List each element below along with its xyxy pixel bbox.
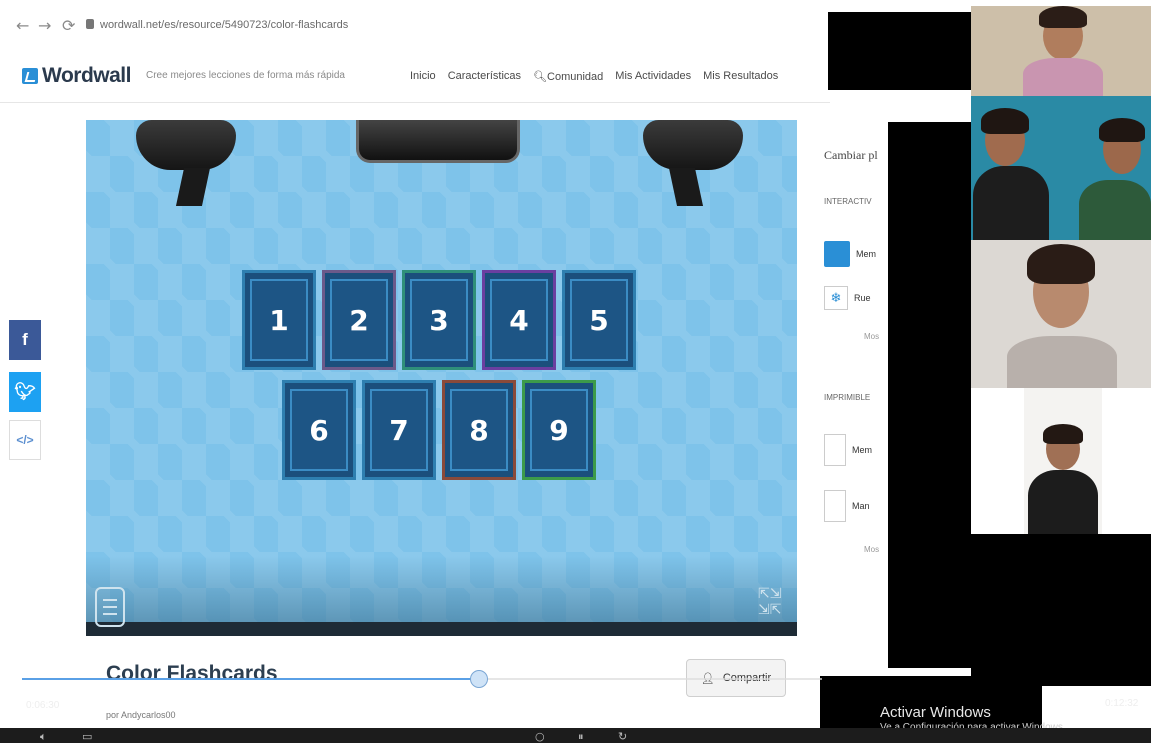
card-number: 1 (269, 303, 289, 337)
video-progress-fill (22, 678, 478, 680)
show-more-link[interactable]: Mos (864, 332, 879, 341)
fullscreen-icon[interactable]: ⇱⇲ ⇲⇱ (758, 586, 788, 622)
sidebar-item-printable-1[interactable]: Mem (824, 432, 894, 468)
nav-caracteristicas[interactable]: Características (448, 70, 521, 83)
game-stage[interactable]: 1 2 3 4 5 6 7 8 9 ⇱⇲ ⇲⇱ (86, 120, 797, 636)
flashcard-8[interactable]: 8 (442, 380, 516, 480)
card-number: 8 (469, 413, 489, 447)
participant-video-2[interactable] (971, 96, 1151, 240)
flashcard-1[interactable]: 1 (242, 270, 316, 370)
microphone-icon[interactable]: ⏸︎ (578, 730, 584, 744)
flashcard-5[interactable]: 5 (562, 270, 636, 370)
card-number: 3 (429, 303, 449, 337)
cards-row-2: 6 7 8 9 (282, 380, 596, 480)
window-icon[interactable]: ▭ (82, 730, 92, 743)
search-icon[interactable]: ○ (535, 730, 545, 743)
wordwall-logo-icon (22, 68, 38, 84)
lock-icon (86, 19, 94, 29)
video-call-black-area (888, 122, 971, 668)
video-time-total: 0:12:32 (1105, 698, 1139, 709)
site-tagline: Cree mejores lecciones de forma más rápi… (146, 70, 345, 81)
sidebar-item-printable-2[interactable]: Man (824, 488, 894, 524)
flashcard-4[interactable]: 4 (482, 270, 556, 370)
nav-comunidad-label: Comunidad (547, 71, 604, 83)
card-number: 9 (549, 413, 569, 447)
nav-inicio[interactable]: Inicio (410, 70, 436, 83)
printable-heading: IMPRIMIBLE (824, 393, 871, 402)
nav-mis-actividades[interactable]: Mis Actividades (615, 70, 691, 83)
refresh-icon[interactable]: ↻ (618, 730, 627, 743)
card-number: 7 (389, 413, 409, 447)
forward-arrow-icon[interactable]: → (38, 16, 51, 35)
left-spotlight-icon (136, 120, 236, 206)
sidebar-title: Cambiar pl (824, 148, 878, 162)
wordwall-logo[interactable]: Wordwall (22, 64, 131, 88)
twitter-bird-icon: 🐦︎ (14, 382, 36, 401)
sidebar-item-label: Mem (856, 249, 876, 259)
card-number: 2 (349, 303, 369, 337)
sidebar-item-memoria[interactable]: Mem (824, 236, 894, 272)
cards-row-1: 1 2 3 4 5 (242, 270, 636, 370)
worksheet-icon (824, 490, 846, 522)
card-number: 6 (309, 413, 329, 447)
flashcard-9[interactable]: 9 (522, 380, 596, 480)
sidebar-item-label: Man (852, 501, 870, 511)
video-call-black-area (971, 534, 1151, 686)
url-text[interactable]: wordwall.net/es/resource/5490723/color-f… (100, 19, 348, 31)
card-number: 5 (589, 303, 609, 337)
sidebar-item-label: Mem (852, 445, 872, 455)
worksheet-icon (824, 434, 846, 466)
snowflake-icon: ❄ (824, 286, 848, 310)
facebook-share-button[interactable]: f (9, 320, 41, 360)
participant-video-1[interactable] (971, 6, 1151, 96)
flashcard-3[interactable]: 3 (402, 270, 476, 370)
stage-floor (86, 622, 797, 636)
nav-comunidad[interactable]: 🔍︎Comunidad (533, 70, 603, 83)
activity-author[interactable]: por Andycarlos00 (106, 710, 176, 720)
stage-screen-prop (356, 120, 520, 163)
game-menu-button[interactable] (95, 587, 125, 627)
windows-activation-title: Activar Windows (880, 704, 991, 721)
sidebar-item-rueda[interactable]: ❄ Rue (824, 280, 894, 316)
video-time-elapsed: 0:06:30 (26, 700, 60, 711)
browser-address-bar: ← → ⟳ wordwall.net/es/resource/5490723/c… (0, 0, 830, 50)
twitter-share-button[interactable]: 🐦︎ (9, 372, 41, 412)
flashcard-6[interactable]: 6 (282, 380, 356, 480)
video-seek-knob[interactable] (470, 670, 488, 688)
back-arrow-icon[interactable]: ← (16, 16, 29, 35)
flashcard-7[interactable]: 7 (362, 380, 436, 480)
reload-icon[interactable]: ⟳ (62, 16, 75, 35)
logo-text: Wordwall (42, 64, 131, 87)
show-more-link[interactable]: Mos (864, 545, 879, 554)
volume-icon[interactable]: 🔈︎ (40, 730, 47, 744)
embed-button[interactable]: </> (9, 420, 41, 460)
taskbar (0, 728, 1151, 743)
activity-title: Color Flashcards (106, 662, 278, 685)
card-number: 4 (509, 303, 529, 337)
main-nav: Inicio Características 🔍︎Comunidad Mis A… (410, 70, 778, 83)
sidebar-item-label: Rue (854, 293, 871, 303)
flashcard-2[interactable]: 2 (322, 270, 396, 370)
interactive-heading: INTERACTIV (824, 197, 872, 206)
participant-video-4[interactable] (1024, 388, 1102, 534)
participant-video-3[interactable] (971, 240, 1151, 388)
match-up-icon (824, 241, 850, 267)
black-overlay-panel (828, 12, 973, 90)
right-spotlight-icon (643, 120, 743, 206)
nav-mis-resultados[interactable]: Mis Resultados (703, 70, 778, 83)
